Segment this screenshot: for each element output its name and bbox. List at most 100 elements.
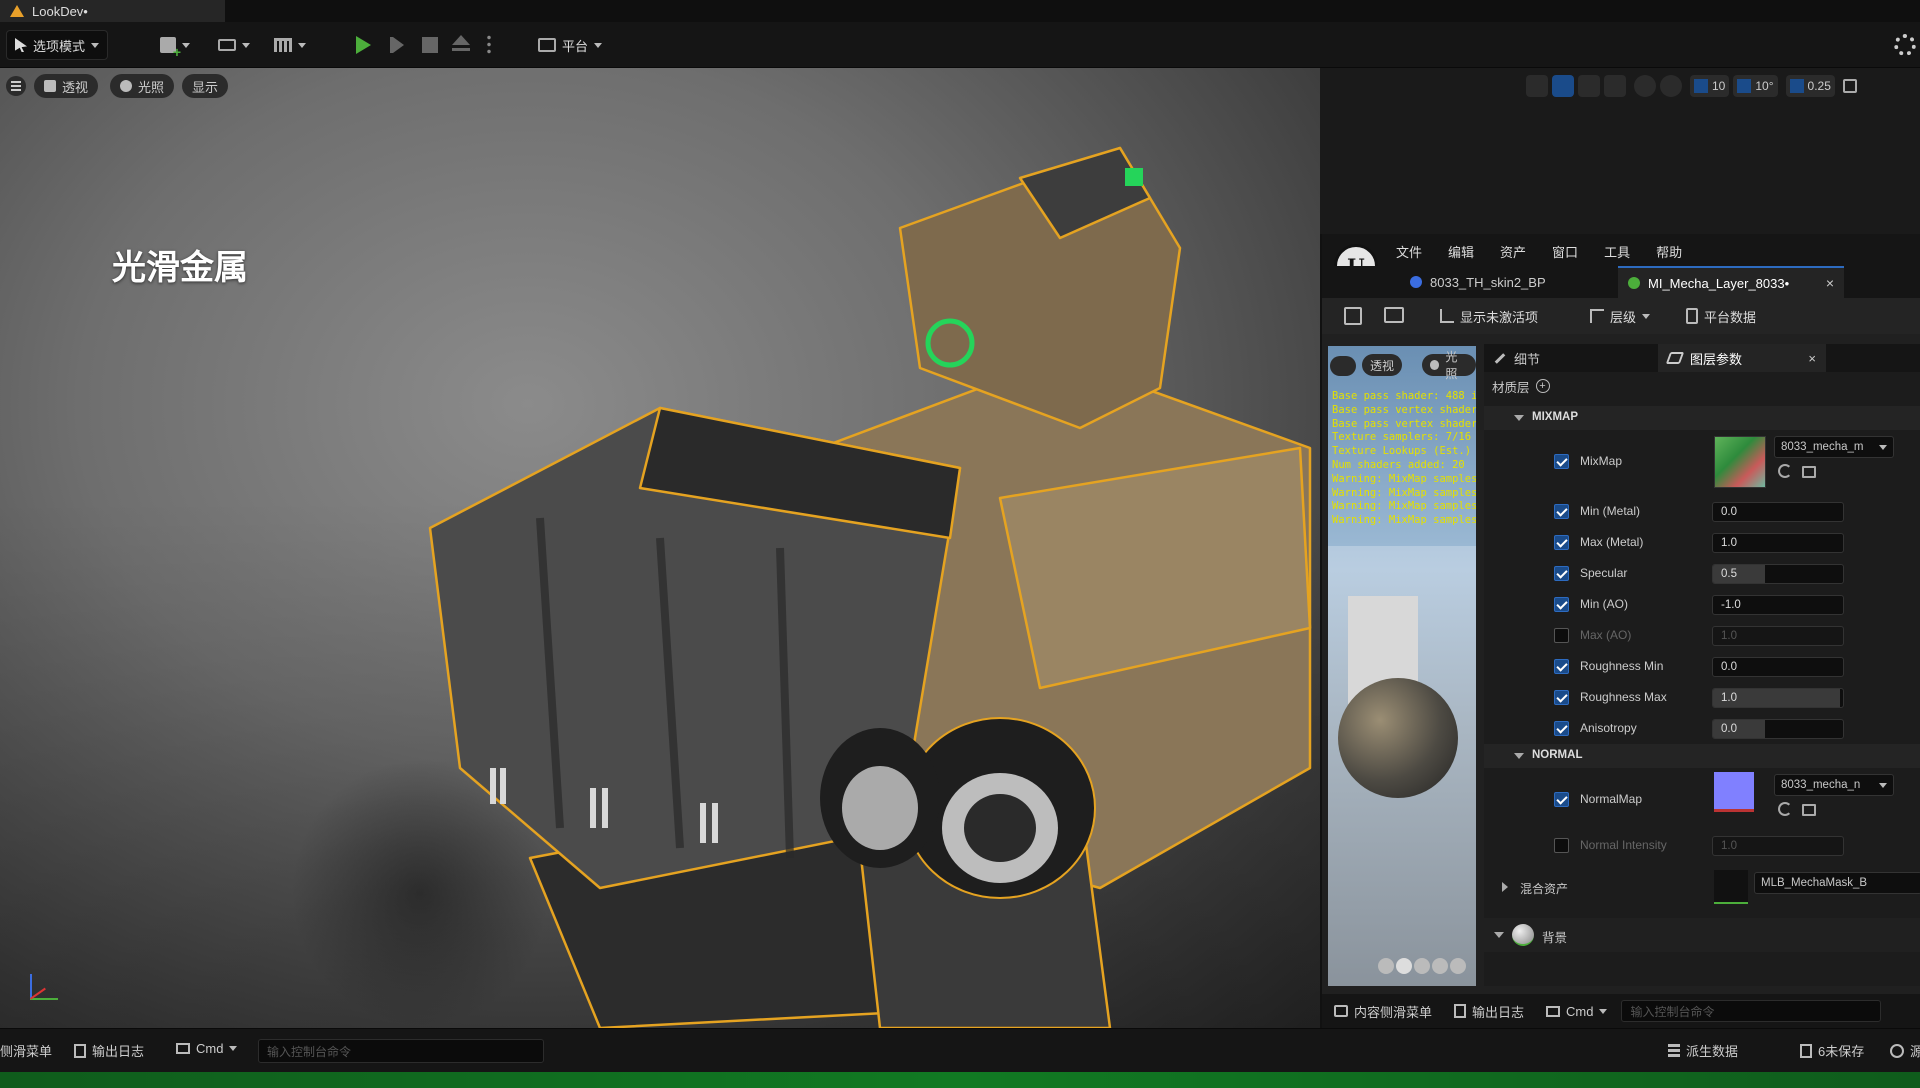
param-checkbox[interactable] (1554, 659, 1569, 674)
menu-file[interactable]: 文件 (1396, 242, 1422, 261)
source-control-button[interactable]: 源 (1890, 1041, 1920, 1060)
normal-intensity-checkbox[interactable] (1554, 838, 1569, 853)
add-actor-button[interactable]: + (152, 30, 198, 60)
menu-edit[interactable]: 编辑 (1448, 242, 1474, 261)
menu-tools[interactable]: 工具 (1604, 242, 1630, 261)
normalmap-asset-dropdown[interactable]: 8033_mecha_n (1774, 774, 1894, 796)
settings-gear-icon[interactable] (1894, 34, 1916, 56)
param-checkbox[interactable] (1554, 721, 1569, 736)
editor-output-log-button[interactable]: 输出日志 (1454, 1002, 1524, 1021)
browse-folder-icon[interactable] (1802, 804, 1816, 816)
editor-content-drawer-button[interactable]: 内容侧滑菜单 (1334, 1002, 1432, 1021)
reset-arrow-icon[interactable] (1778, 464, 1792, 478)
platform-data-button[interactable]: 平台数据 (1678, 301, 1764, 331)
section-mixmap[interactable]: MIXMAP (1484, 406, 1920, 430)
normal-intensity-field[interactable]: 1.0 (1712, 836, 1844, 856)
preview-sphere-icon[interactable] (1396, 958, 1412, 974)
param-checkbox[interactable] (1554, 566, 1569, 581)
mixmap-checkbox[interactable] (1554, 454, 1569, 469)
chevron-right-icon[interactable] (1502, 882, 1508, 892)
scale-snap-button[interactable]: 0.25 (1785, 75, 1835, 97)
step-forward-icon[interactable] (390, 36, 406, 54)
normalmap-checkbox[interactable] (1554, 792, 1569, 807)
preview-mesh-icon[interactable] (1450, 958, 1466, 974)
editor-cmd-dropdown[interactable]: Cmd (1546, 1004, 1608, 1019)
scale-tool-icon[interactable] (1604, 75, 1626, 97)
content-drawer-button[interactable]: 侧滑菜单 (0, 1041, 52, 1060)
blend-asset-thumbnail[interactable] (1714, 870, 1748, 904)
play-icon[interactable] (356, 36, 371, 54)
menu-help[interactable]: 帮助 (1656, 242, 1682, 261)
world-local-icon[interactable] (1634, 75, 1656, 97)
eject-icon[interactable] (452, 35, 470, 53)
move-tool-icon[interactable] (1552, 75, 1574, 97)
reset-arrow-icon[interactable] (1778, 802, 1792, 816)
param-value-field[interactable]: 1.0 (1712, 688, 1844, 708)
normalmap-thumbnail[interactable] (1714, 772, 1754, 812)
param-checkbox[interactable] (1554, 597, 1569, 612)
grid-snap-button[interactable]: 10 (1690, 75, 1730, 97)
robot-model[interactable] (0, 68, 1320, 1028)
close-tab-icon[interactable]: × (1826, 275, 1834, 291)
preview-menu-icon[interactable] (1330, 356, 1356, 376)
level-viewport[interactable]: 透视 光照 显示 光滑金属 (0, 68, 1320, 1028)
add-layer-icon[interactable]: + (1535, 379, 1550, 393)
console-input[interactable]: 输入控制台命令 (258, 1039, 544, 1063)
editor-console-input[interactable]: 输入控制台命令 (1621, 1000, 1882, 1022)
select-tool-icon[interactable] (1526, 75, 1548, 97)
param-checkbox[interactable] (1554, 504, 1569, 519)
section-normal[interactable]: NORMAL (1484, 744, 1920, 768)
viewport-menu-icon[interactable] (6, 76, 26, 96)
hierarchy-dropdown[interactable]: 层级 (1582, 301, 1658, 331)
cinematics-button[interactable] (266, 30, 314, 60)
mixmap-asset-dropdown[interactable]: 8033_mecha_m (1774, 436, 1894, 458)
param-value-field[interactable]: 0.0 (1712, 657, 1844, 677)
param-checkbox[interactable] (1554, 690, 1569, 705)
mixmap-thumbnail[interactable] (1714, 436, 1766, 488)
tab-details[interactable]: 细节 (1484, 344, 1550, 372)
perspective-button[interactable]: 透视 (34, 74, 99, 98)
cmd-dropdown[interactable]: Cmd (176, 1041, 238, 1056)
preview-cylinder-icon[interactable] (1378, 958, 1394, 974)
blueprint-button[interactable] (210, 30, 258, 60)
output-log-button[interactable]: 输出日志 (74, 1041, 144, 1060)
derived-data-button[interactable]: 派生数据 (1668, 1041, 1738, 1060)
close-tab-icon[interactable]: × (1808, 351, 1816, 366)
platform-dropdown[interactable]: 平台 (530, 30, 610, 60)
select-mode-dropdown[interactable]: 选项模式 (6, 30, 109, 60)
surface-snap-icon[interactable] (1660, 75, 1682, 97)
menu-asset[interactable]: 资产 (1500, 242, 1526, 261)
param-value-field[interactable]: 1.0 (1712, 533, 1844, 553)
preview-cube-icon[interactable] (1432, 958, 1448, 974)
save-icon[interactable] (1344, 307, 1362, 325)
preview-plane-icon[interactable] (1414, 958, 1430, 974)
preview-perspective-button[interactable]: 透视 (1362, 354, 1403, 376)
param-value-field[interactable]: 0.0 (1712, 719, 1844, 739)
tab-skin-bp[interactable]: 8033_TH_skin2_BP (1402, 266, 1554, 298)
angle-snap-button[interactable]: 10° (1733, 75, 1778, 97)
menu-window[interactable]: 窗口 (1552, 242, 1578, 261)
tab-layer-params[interactable]: 图层参数 × (1658, 344, 1826, 372)
rotate-tool-icon[interactable] (1578, 75, 1600, 97)
param-value-field[interactable]: 0.5 (1712, 564, 1844, 584)
browse-asset-icon[interactable] (1384, 307, 1404, 323)
preview-lighting-button[interactable]: 光照 (1422, 350, 1476, 381)
param-checkbox[interactable] (1554, 628, 1569, 643)
stop-icon[interactable] (422, 37, 438, 53)
background-layer-row[interactable]: 背景 (1484, 918, 1920, 952)
show-inactive-button[interactable]: 显示未激活项 (1432, 301, 1546, 331)
more-options-icon[interactable] (487, 34, 491, 56)
unsaved-button[interactable]: 6未保存 (1800, 1041, 1864, 1060)
maximize-icon[interactable] (1842, 79, 1857, 93)
param-value-field[interactable]: 0.0 (1712, 502, 1844, 522)
param-value-field[interactable]: 1.0 (1712, 626, 1844, 646)
blend-asset-field[interactable]: MLB_MechaMask_B (1754, 872, 1920, 894)
param-value-field[interactable]: -1.0 (1712, 595, 1844, 615)
lighting-button[interactable]: 光照 (110, 74, 175, 98)
param-checkbox[interactable] (1554, 535, 1569, 550)
material-preview-viewport[interactable]: 透视 光照 Base pass shader: 488 instructions… (1328, 346, 1476, 986)
tab-material-layer[interactable]: MI_Mecha_Layer_8033• × (1618, 266, 1844, 298)
browse-folder-icon[interactable] (1802, 466, 1816, 478)
show-button[interactable]: 显示 (182, 74, 229, 98)
level-tab[interactable]: LookDev• (0, 0, 225, 22)
